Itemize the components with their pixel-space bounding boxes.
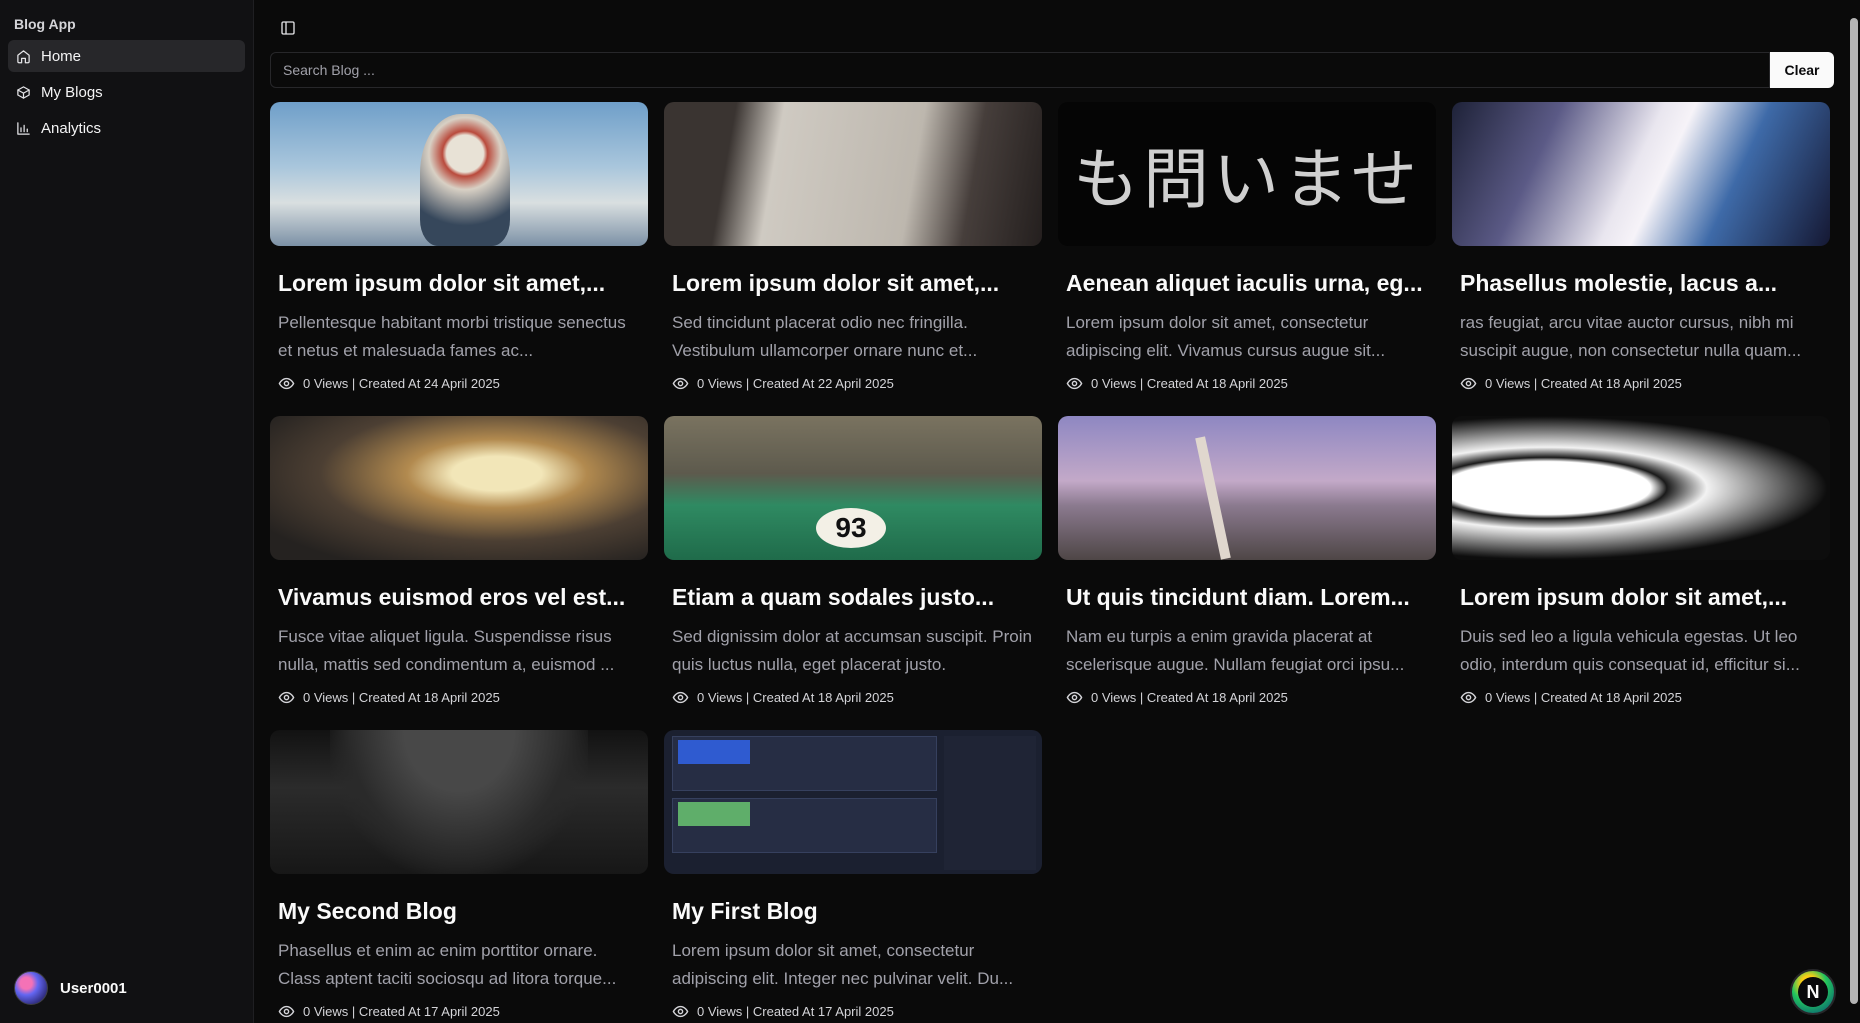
eye-icon (1066, 691, 1083, 704)
blog-meta: 0 Views | Created At 18 April 2025 (278, 689, 640, 706)
blog-title: Aenean aliquet iaculis urna, eg... (1066, 270, 1423, 296)
sidebar-top: Blog App Home My Blogs Analytics (8, 16, 245, 148)
eye-icon (1460, 377, 1477, 390)
blog-meta-text: 0 Views | Created At 22 April 2025 (697, 376, 894, 391)
blog-meta: 0 Views | Created At 18 April 2025 (1460, 375, 1822, 392)
blog-title: Lorem ipsum dolor sit amet,... (672, 270, 1000, 296)
blog-title: My First Blog (672, 898, 818, 924)
blog-meta-text: 0 Views | Created At 24 April 2025 (303, 376, 500, 391)
blog-grid: Lorem ipsum dolor sit amet,... Pellentes… (270, 102, 1834, 1023)
blog-thumbnail: も問いませ (1058, 102, 1436, 246)
blog-meta: 0 Views | Created At 24 April 2025 (278, 375, 640, 392)
blog-meta-text: 0 Views | Created At 18 April 2025 (303, 690, 500, 705)
avatar (14, 971, 48, 1005)
eye-icon (672, 377, 689, 390)
app-name: Blog App (14, 16, 76, 32)
blog-thumbnail: 93 (664, 416, 1042, 560)
user-menu[interactable]: User0001 (8, 965, 245, 1015)
blog-thumbnail (664, 730, 1042, 874)
blog-card[interactable]: Lorem ipsum dolor sit amet,... Pellentes… (270, 102, 648, 396)
blog-description: Nam eu turpis a enim gravida placerat at… (1066, 627, 1405, 674)
blog-card[interactable]: My First Blog Lorem ipsum dolor sit amet… (664, 730, 1042, 1023)
floating-action-button[interactable]: N (1790, 969, 1836, 1015)
blog-title: Ut quis tincidunt diam. Lorem... (1066, 584, 1410, 610)
app-root: Blog App Home My Blogs Analytics User000… (0, 0, 1860, 1023)
eye-icon (672, 1005, 689, 1018)
blog-meta: 0 Views | Created At 18 April 2025 (672, 689, 1034, 706)
blog-card[interactable]: My Second Blog Phasellus et enim ac enim… (270, 730, 648, 1023)
user-name: User0001 (60, 979, 127, 997)
package-icon (17, 85, 30, 99)
blog-description: Fusce vitae aliquet ligula. Suspendisse … (278, 627, 615, 674)
blog-title: Etiam a quam sodales justo... (672, 584, 995, 610)
blog-thumbnail (1452, 416, 1830, 560)
blog-thumbnail (270, 730, 648, 874)
sidebar-item-label: My Blogs (41, 83, 103, 101)
thumbnail-text: 93 (816, 508, 886, 548)
blog-card[interactable]: Vivamus euismod eros vel est... Fusce vi… (270, 416, 648, 710)
blog-meta: 0 Views | Created At 17 April 2025 (278, 1003, 640, 1020)
eye-icon (278, 691, 295, 704)
blog-meta-text: 0 Views | Created At 18 April 2025 (1091, 690, 1288, 705)
blog-title: Lorem ipsum dolor sit amet,... (1460, 584, 1788, 610)
blog-title: Vivamus euismod eros vel est... (278, 584, 626, 610)
blog-description: Sed dignissim dolor at accumsan suscipit… (672, 627, 1032, 674)
clear-button[interactable]: Clear (1770, 52, 1834, 88)
blog-card[interactable]: Lorem ipsum dolor sit amet,... Sed tinci… (664, 102, 1042, 396)
sidebar-item-label: Home (41, 47, 82, 65)
search-input[interactable] (270, 52, 1770, 88)
blog-description: Lorem ipsum dolor sit amet, consectetur … (672, 941, 1014, 988)
sidebar-toggle-button[interactable] (276, 16, 300, 40)
blog-thumbnail (1058, 416, 1436, 560)
blog-meta: 0 Views | Created At 17 April 2025 (672, 1003, 1034, 1020)
main-content: Clear Lorem ipsum dolor sit amet,... Pel… (254, 0, 1860, 1023)
blog-title: Phasellus molestie, lacus a... (1460, 270, 1778, 296)
scrollbar[interactable] (1848, 0, 1860, 1023)
eye-icon (1066, 377, 1083, 390)
eye-icon (672, 691, 689, 704)
blog-card[interactable]: Lorem ipsum dolor sit amet,... Duis sed … (1452, 416, 1830, 710)
thumbnail-text: も問いませ (1072, 141, 1422, 218)
blog-card[interactable]: Ut quis tincidunt diam. Lorem... Nam eu … (1058, 416, 1436, 710)
blog-thumbnail (270, 102, 648, 246)
blog-description: Sed tincidunt placerat odio nec fringill… (672, 313, 978, 360)
blog-thumbnail (664, 102, 1042, 246)
eye-icon (1460, 691, 1477, 704)
blog-title: My Second Blog (278, 898, 457, 924)
blog-description: Duis sed leo a ligula vehicula egestas. … (1460, 627, 1800, 674)
blog-card[interactable]: も問いませ Aenean aliquet iaculis urna, eg...… (1058, 102, 1436, 396)
sidebar-item-my-blogs[interactable]: My Blogs (8, 76, 245, 108)
blog-title: Lorem ipsum dolor sit amet,... (278, 270, 606, 296)
blog-meta-text: 0 Views | Created At 18 April 2025 (1485, 690, 1682, 705)
blog-thumbnail (270, 416, 648, 560)
search-bar: Clear (270, 52, 1834, 88)
blog-meta: 0 Views | Created At 18 April 2025 (1066, 689, 1428, 706)
sidebar-item-label: Analytics (41, 119, 102, 137)
sidebar: Blog App Home My Blogs Analytics User000… (0, 0, 254, 1023)
sidebar-item-home[interactable]: Home (8, 40, 245, 72)
blog-thumbnail (1452, 102, 1830, 246)
blog-description: ras feugiat, arcu vitae auctor cursus, n… (1460, 313, 1802, 360)
blog-description: Phasellus et enim ac enim porttitor orna… (278, 941, 617, 988)
blog-meta-text: 0 Views | Created At 18 April 2025 (1091, 376, 1288, 391)
panel-left-icon (281, 21, 295, 35)
blog-meta: 0 Views | Created At 18 April 2025 (1460, 689, 1822, 706)
blog-description: Pellentesque habitant morbi tristique se… (278, 313, 626, 360)
chart-icon (17, 121, 30, 135)
sidebar-item-analytics[interactable]: Analytics (8, 112, 245, 144)
scrollbar-thumb[interactable] (1850, 18, 1858, 1004)
blog-card[interactable]: Phasellus molestie, lacus a... ras feugi… (1452, 102, 1830, 396)
blog-meta-text: 0 Views | Created At 18 April 2025 (697, 690, 894, 705)
blog-meta-text: 0 Views | Created At 18 April 2025 (1485, 376, 1682, 391)
blog-card[interactable]: 93 Etiam a quam sodales justo... Sed dig… (664, 416, 1042, 710)
eye-icon (278, 377, 295, 390)
fab-label: N (1798, 977, 1828, 1007)
blog-meta-text: 0 Views | Created At 17 April 2025 (303, 1004, 500, 1019)
blog-meta: 0 Views | Created At 18 April 2025 (1066, 375, 1428, 392)
home-icon (17, 49, 30, 63)
blog-description: Lorem ipsum dolor sit amet, consectetur … (1066, 313, 1386, 360)
blog-meta-text: 0 Views | Created At 17 April 2025 (697, 1004, 894, 1019)
blog-meta: 0 Views | Created At 22 April 2025 (672, 375, 1034, 392)
eye-icon (278, 1005, 295, 1018)
